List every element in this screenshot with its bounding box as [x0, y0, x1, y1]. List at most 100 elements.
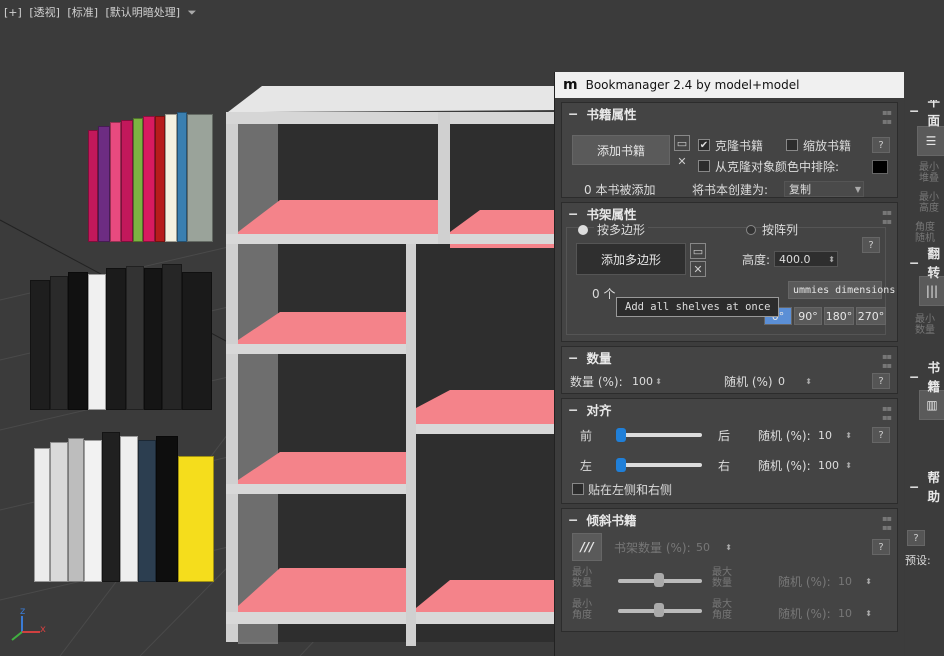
book — [156, 436, 178, 582]
rollout-tilt-books: − 倾斜书籍 ▪▪ ▪▪ /// 书架数量 (%): 50 ⬍ ? 最小 数量 最大… — [561, 508, 898, 632]
rollout-header[interactable]: − 书籍属性 ▪▪ ▪▪ — [562, 103, 897, 127]
bookmanager-panel: m Bookmanager 2.4 by model+model − 书籍属性 … — [554, 72, 904, 656]
books-group-middle[interactable] — [30, 262, 214, 412]
clear-icon[interactable]: ✕ — [690, 261, 706, 277]
tilt-random-a-label: 随机 (%): — [778, 575, 831, 589]
front-back-slider-knob[interactable] — [616, 428, 626, 442]
rollout-header[interactable]: − 倾斜书籍 ▪▪ ▪▪ — [562, 509, 897, 533]
clear-icon[interactable]: ✕ — [674, 153, 690, 169]
stick-sides-checkbox[interactable] — [572, 483, 584, 495]
book — [162, 264, 182, 410]
rollout-title: 书籍属性 — [586, 106, 637, 122]
book — [155, 116, 165, 242]
qty-range-knob[interactable] — [654, 573, 664, 587]
angle-90-button[interactable]: 90° — [794, 307, 822, 325]
book — [126, 266, 144, 410]
max-angle-label: 最大 角度 — [712, 599, 732, 621]
left-right-slider-track[interactable] — [618, 463, 702, 467]
tilt-random-b-spinner[interactable]: 10 ⬍ — [834, 605, 874, 621]
book — [84, 440, 102, 582]
right-side-panel: − 平面 ☰ 最小 堆叠 最小 高度 角度 随机 − 翻转 ||| 最小 数量 − 书… — [905, 100, 944, 656]
book — [144, 268, 162, 410]
rollout-header[interactable]: − 平面 — [905, 100, 944, 128]
tooltip: Add all shelves at once — [616, 297, 780, 317]
chevron-down-icon: ▼ — [854, 184, 861, 194]
axis-z-label: z — [20, 606, 26, 617]
create-as-dropdown[interactable]: 复制 ▼ — [784, 181, 864, 197]
rollout-title: 倾斜书籍 — [586, 512, 637, 528]
add-polygon-button[interactable]: 添加多边形 — [576, 243, 686, 275]
quantity-spinner[interactable]: 100 ⬍ — [628, 373, 664, 389]
align-random2-spinner[interactable]: 100 ⬍ — [814, 457, 854, 473]
book — [187, 114, 213, 242]
scale-books-label: 缩放书籍 — [803, 139, 852, 153]
rollout-header[interactable]: − 书籍 — [905, 360, 944, 394]
rollout-quantity: − 数量 ▪▪ ▪▪ 数量 (%): 100 ⬍ 随机 (%) 0 ⬍ ? — [561, 346, 898, 394]
book — [120, 436, 138, 582]
tilt-random-b-label: 随机 (%): — [778, 607, 831, 621]
book — [50, 442, 68, 582]
radio-by-polygon[interactable] — [578, 225, 588, 235]
help-button[interactable]: ? — [872, 137, 890, 153]
create-as-label: 将书本创建为: — [692, 183, 769, 197]
help-button[interactable]: ? — [872, 373, 890, 389]
help-button[interactable]: ? — [862, 237, 880, 253]
zero-count-text: 0 个 — [592, 287, 616, 301]
exclude-color-label: 从克隆对象颜色中排除: — [715, 160, 840, 174]
tilt-books-icon[interactable]: /// — [572, 533, 602, 561]
rollout-header[interactable]: − 翻转 — [905, 246, 944, 280]
clone-books-label: 克隆书籍 — [715, 139, 764, 153]
right-label: 右 — [718, 459, 731, 473]
book — [102, 432, 120, 582]
panel-title: Bookmanager 2.4 by model+model — [585, 78, 800, 92]
rollout-align: − 对齐 ▪▪ ▪▪ 前 后 随机 (%): 10 ⬍ ? 左 右 随机 (%): … — [561, 398, 898, 504]
book — [121, 120, 133, 242]
window-icon[interactable]: ▭ — [674, 135, 690, 151]
by-polygon-label: 按多边形 — [594, 221, 649, 238]
rollout-header[interactable]: − 数量 ▪▪ ▪▪ — [562, 347, 897, 371]
tilt-random-a-spinner[interactable]: 10 ⬍ — [834, 573, 874, 589]
height-spinner[interactable]: 400.0 ⬍ — [774, 251, 838, 267]
angle-180-button[interactable]: 180° — [824, 307, 854, 325]
by-array-label: 按阵列 — [762, 223, 799, 237]
window-icon[interactable]: ▭ — [690, 243, 706, 259]
rollout-shelf-properties: − 书架属性 ▪▪ ▪▪ 按多边形 按阵列 ? 添加多边形 ▭ ✕ 高度: 400… — [561, 202, 898, 342]
help-button[interactable]: ? — [872, 539, 890, 555]
rollout-header[interactable]: − 对齐 ▪▪ ▪▪ — [562, 399, 897, 423]
books-added-count: 0 本书被添加 — [584, 183, 656, 197]
dummies-dimensions-button[interactable]: ummies dimensions — [788, 281, 895, 299]
front-back-slider-track[interactable] — [618, 433, 702, 437]
books-group-top[interactable] — [88, 112, 216, 244]
book — [106, 268, 126, 410]
exclude-color-checkbox[interactable] — [698, 160, 710, 172]
rollout-header[interactable]: − 帮助 — [905, 470, 944, 504]
quantity-label: 数量 (%): — [570, 375, 623, 389]
book — [34, 448, 50, 582]
shelf-qty-spinner[interactable]: 50 ⬍ — [692, 539, 734, 555]
shelf-qty-label: 书架数量 (%): — [614, 541, 691, 555]
book — [30, 280, 50, 410]
book — [133, 118, 143, 242]
left-right-slider-knob[interactable] — [616, 458, 626, 472]
angle-range-knob[interactable] — [654, 603, 664, 617]
align-random1-spinner[interactable]: 10 ⬍ — [814, 427, 854, 443]
radio-by-array[interactable] — [746, 225, 756, 235]
exclude-color-swatch[interactable] — [872, 160, 888, 174]
add-books-button[interactable]: 添加书籍 — [572, 135, 670, 165]
clone-books-checkbox[interactable]: ✔ — [698, 139, 710, 151]
min-qty-label: 最小 数量 — [572, 567, 592, 589]
rollout-header[interactable]: − 书架属性 ▪▪ ▪▪ — [562, 203, 897, 227]
book — [88, 130, 98, 242]
book — [178, 456, 214, 582]
stack-icon[interactable]: ☰ — [917, 126, 944, 156]
books-group-bottom[interactable] — [34, 428, 216, 584]
min-height-label: 最小 高度 — [919, 192, 939, 214]
angle-270-button[interactable]: 270° — [856, 307, 886, 325]
scale-books-checkbox[interactable] — [786, 139, 798, 151]
help-button[interactable]: ? — [872, 427, 890, 443]
rollout-book-properties: − 书籍属性 ▪▪ ▪▪ 添加书籍 ▭ ✕ ✔ 克隆书籍 缩放书籍 ? 从克隆对象… — [561, 102, 898, 198]
book — [182, 272, 212, 410]
panel-titlebar[interactable]: m Bookmanager 2.4 by model+model — [555, 72, 904, 98]
quantity-random-spinner[interactable]: 0 ⬍ — [774, 373, 814, 389]
help-button[interactable]: ? — [907, 530, 925, 546]
